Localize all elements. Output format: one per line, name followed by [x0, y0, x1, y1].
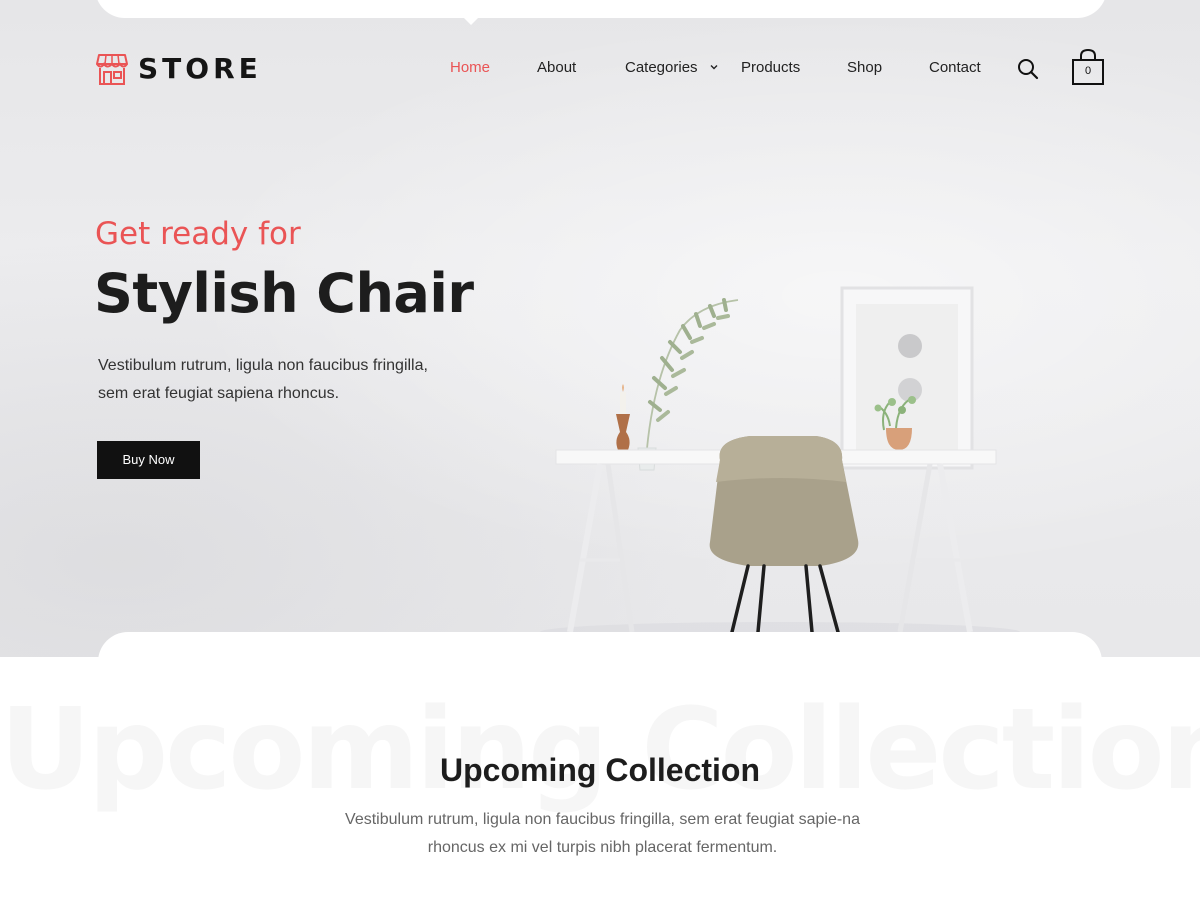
candle-holder-image	[616, 384, 630, 450]
cart-count: 0	[1084, 65, 1092, 77]
nav-item-shop[interactable]: Shop	[847, 58, 882, 78]
chevron-down-icon	[710, 65, 718, 70]
search-icon[interactable]	[1017, 58, 1039, 80]
nav-item-home[interactable]: Home	[450, 58, 490, 78]
hero-title: Stylish Chair	[94, 262, 474, 325]
hero-scene-image	[540, 286, 1020, 640]
brand-logo[interactable]: STORE	[96, 52, 262, 86]
section-description: Vestibulum rutrum, ligula non faucibus f…	[345, 811, 860, 856]
nav-item-contact[interactable]: Contact	[929, 58, 981, 78]
chair-image	[709, 436, 859, 634]
buy-now-button[interactable]: Buy Now	[97, 441, 200, 479]
storefront-icon	[96, 54, 128, 85]
hero-description: Vestibulum rutrum, ligula non faucibus f…	[98, 357, 428, 402]
section-top-curve	[98, 632, 1102, 692]
cart-button[interactable]: 0	[1070, 48, 1106, 86]
hero-kicker: Get ready for	[95, 216, 301, 252]
brand-name: STORE	[138, 52, 262, 85]
nav-item-about[interactable]: About	[537, 58, 576, 78]
nav-item-categories[interactable]: Categories	[625, 58, 718, 78]
eucalyptus-vase-image	[637, 298, 739, 471]
header-top-strip	[95, 0, 1107, 18]
nav-item-categories-label: Categories	[625, 59, 698, 76]
nav-item-products[interactable]: Products	[741, 58, 800, 78]
section-title: Upcoming Collection	[440, 752, 760, 788]
header-notch	[462, 16, 480, 25]
